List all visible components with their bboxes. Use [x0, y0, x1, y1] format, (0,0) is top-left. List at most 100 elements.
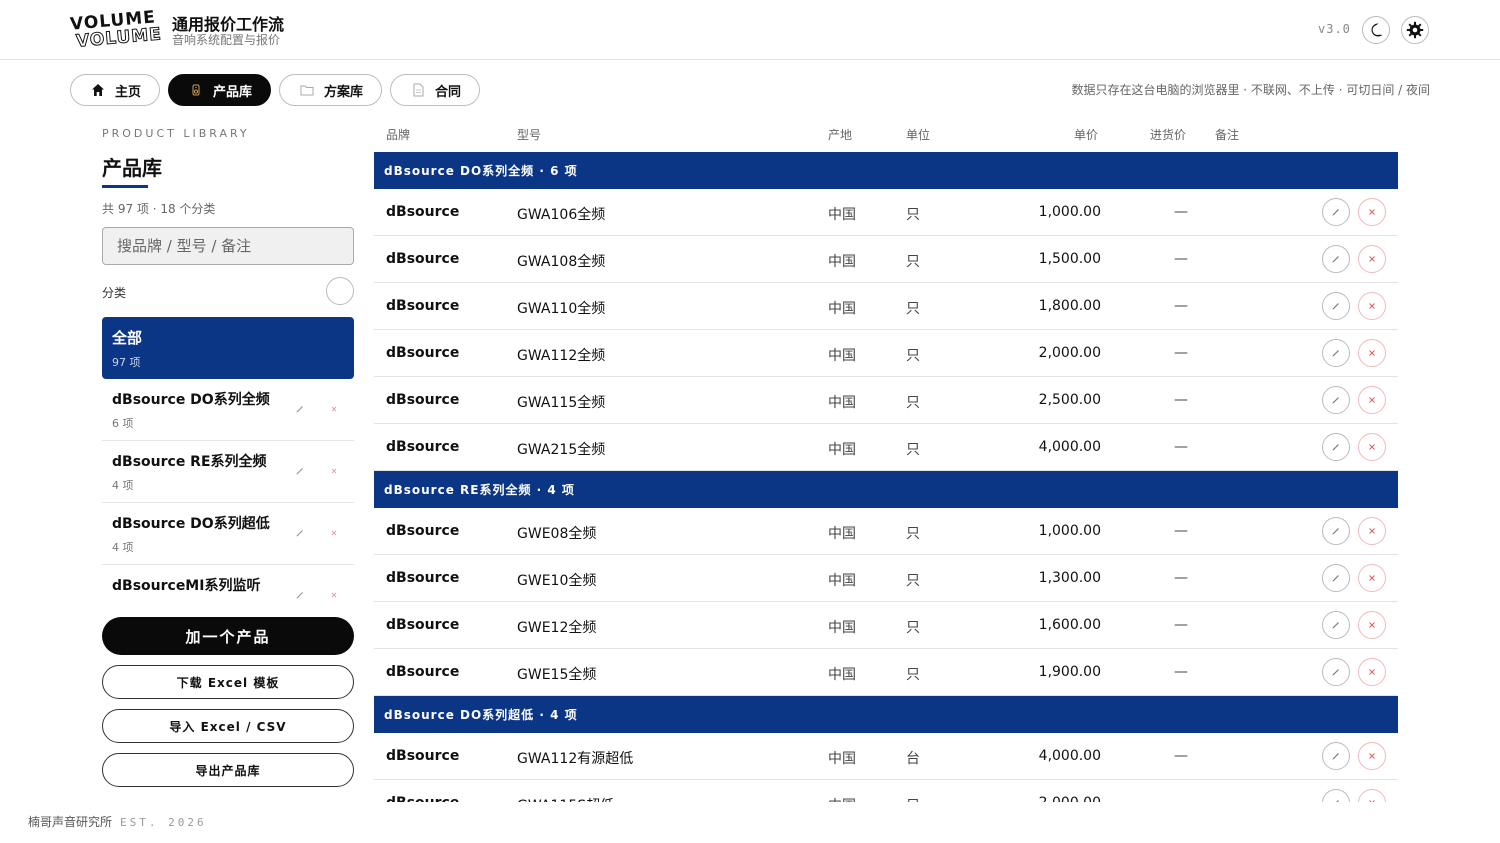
table-row[interactable]: dBsource GWE12全频 中国 只 1,600.00 — — [374, 602, 1398, 649]
search-input[interactable] — [102, 227, 354, 265]
pencil-icon[interactable] — [294, 465, 306, 477]
edit-row-button[interactable] — [1322, 292, 1350, 320]
tab-solution-library[interactable]: 方案库 — [279, 74, 383, 106]
cell-brand: dBsource — [386, 392, 460, 408]
tab-contract[interactable]: 合同 — [390, 74, 481, 106]
edit-row-button[interactable] — [1322, 564, 1350, 592]
brand-logo[interactable]: VOLUME VOLUME — [68, 7, 163, 53]
table-row[interactable]: dBsource GWA112有源超低 中国 台 4,000.00 — — [374, 733, 1398, 780]
edit-row-button[interactable] — [1322, 386, 1350, 414]
pencil-icon[interactable] — [294, 589, 306, 601]
settings-button[interactable] — [1401, 16, 1429, 44]
close-icon[interactable] — [328, 527, 340, 539]
category-count: 97 项 — [112, 356, 141, 369]
category-item[interactable]: dBsourceMI系列监听 — [102, 565, 354, 603]
studio-name: 楠哥声音研究所 — [28, 815, 113, 829]
cell-model: GWE10全频 — [517, 573, 597, 589]
cell-cost: — — [1174, 795, 1188, 802]
delete-row-button[interactable] — [1358, 658, 1386, 686]
tab-home[interactable]: 主页 — [70, 74, 161, 106]
cell-brand: dBsource — [386, 748, 460, 764]
cell-model: GWA115S超低 — [517, 795, 614, 802]
column-header-cost[interactable]: 进货价 — [1150, 126, 1186, 143]
table-row[interactable]: dBsource GWE10全频 中国 只 1,300.00 — — [374, 555, 1398, 602]
delete-row-button[interactable] — [1358, 611, 1386, 639]
add-category-button[interactable] — [326, 277, 354, 305]
close-icon[interactable] — [328, 465, 340, 477]
cell-price: 2,000.00 — [1038, 345, 1101, 361]
delete-row-button[interactable] — [1358, 789, 1386, 802]
category-item[interactable]: dBsource RE系列全频 4 项 — [102, 441, 354, 503]
category-item[interactable]: dBsource DO系列全频 6 项 — [102, 379, 354, 441]
delete-row-button[interactable] — [1358, 245, 1386, 273]
close-icon[interactable] — [328, 589, 340, 601]
edit-row-button[interactable] — [1322, 517, 1350, 545]
delete-row-button[interactable] — [1358, 517, 1386, 545]
delete-row-button[interactable] — [1358, 742, 1386, 770]
edit-row-button[interactable] — [1322, 742, 1350, 770]
import-button[interactable]: 导入 Excel / CSV — [102, 709, 354, 743]
column-header-brand[interactable]: 品牌 — [386, 126, 410, 143]
cell-brand: dBsource — [386, 251, 460, 267]
cell-brand: dBsource — [386, 664, 460, 680]
close-icon[interactable] — [328, 403, 340, 415]
table-row[interactable]: dBsource GWA110全频 中国 只 1,800.00 — — [374, 283, 1398, 330]
table-row[interactable]: dBsource GWE08全频 中国 只 1,000.00 — — [374, 508, 1398, 555]
pencil-icon — [1332, 622, 1339, 629]
category-item-all[interactable]: 全部 97 项 — [102, 317, 354, 379]
table-row[interactable]: dBsource GWA112全频 中国 只 2,000.00 — — [374, 330, 1398, 377]
export-button[interactable]: 导出产品库 — [102, 753, 354, 787]
tab-product-library[interactable]: 产品库 — [168, 74, 272, 106]
close-icon — [1369, 350, 1375, 356]
cell-unit: 只 — [906, 254, 920, 270]
cell-origin: 中国 — [828, 573, 856, 589]
edit-row-button[interactable] — [1322, 658, 1350, 686]
cell-unit: 只 — [906, 348, 920, 364]
table-row[interactable]: dBsource GWA106全频 中国 只 1,000.00 — — [374, 189, 1398, 236]
close-icon — [1369, 528, 1375, 534]
category-list: 全部 97 项 dBsource DO系列全频 6 项 dBsource RE系… — [102, 317, 354, 603]
cell-cost: — — [1174, 664, 1188, 680]
pencil-icon[interactable] — [294, 527, 306, 539]
pencil-icon[interactable] — [294, 403, 306, 415]
cell-origin: 中国 — [828, 751, 856, 767]
edit-row-button[interactable] — [1322, 245, 1350, 273]
delete-row-button[interactable] — [1358, 339, 1386, 367]
table-row[interactable]: dBsource GWA115S超低 中国 只 2,000.00 — — [374, 780, 1398, 802]
download-template-button[interactable]: 下载 Excel 模板 — [102, 665, 354, 699]
delete-row-button[interactable] — [1358, 198, 1386, 226]
column-header-note[interactable]: 备注 — [1215, 126, 1239, 143]
table-row[interactable]: dBsource GWE15全频 中国 只 1,900.00 — — [374, 649, 1398, 696]
edit-row-button[interactable] — [1322, 339, 1350, 367]
pencil-icon — [1332, 303, 1339, 310]
cell-origin: 中国 — [828, 254, 856, 270]
edit-row-button[interactable] — [1322, 789, 1350, 802]
column-header-price[interactable]: 单价 — [1074, 126, 1098, 143]
version-label: v3.0 — [1318, 22, 1351, 36]
column-header-unit[interactable]: 单位 — [906, 126, 930, 143]
cell-model: GWE08全频 — [517, 526, 597, 542]
table-row[interactable]: dBsource GWA215全频 中国 只 4,000.00 — — [374, 424, 1398, 471]
add-product-button[interactable]: 加一个产品 — [102, 617, 354, 655]
table-row[interactable]: dBsource GWA115全频 中国 只 2,500.00 — — [374, 377, 1398, 424]
delete-row-button[interactable] — [1358, 292, 1386, 320]
document-icon — [411, 83, 425, 97]
column-header-model[interactable]: 型号 — [517, 126, 541, 143]
tab-label: 方案库 — [324, 84, 364, 100]
column-header-origin[interactable]: 产地 — [828, 126, 852, 143]
delete-row-button[interactable] — [1358, 564, 1386, 592]
edit-row-button[interactable] — [1322, 433, 1350, 461]
category-item[interactable]: dBsource DO系列超低 4 项 — [102, 503, 354, 565]
edit-row-button[interactable] — [1322, 198, 1350, 226]
close-icon — [1369, 800, 1375, 802]
delete-row-button[interactable] — [1358, 386, 1386, 414]
delete-row-button[interactable] — [1358, 433, 1386, 461]
tab-label: 合同 — [435, 84, 462, 100]
table-row[interactable]: dBsource GWA108全频 中国 只 1,500.00 — — [374, 236, 1398, 283]
cell-cost: — — [1174, 523, 1188, 539]
group-header: dBsource DO系列全频 · 6 项 — [374, 152, 1398, 189]
edit-row-button[interactable] — [1322, 611, 1350, 639]
theme-toggle-button[interactable] — [1362, 16, 1390, 44]
close-icon — [1369, 669, 1375, 675]
footer: 楠哥声音研究所 EST. 2026 — [28, 813, 207, 830]
